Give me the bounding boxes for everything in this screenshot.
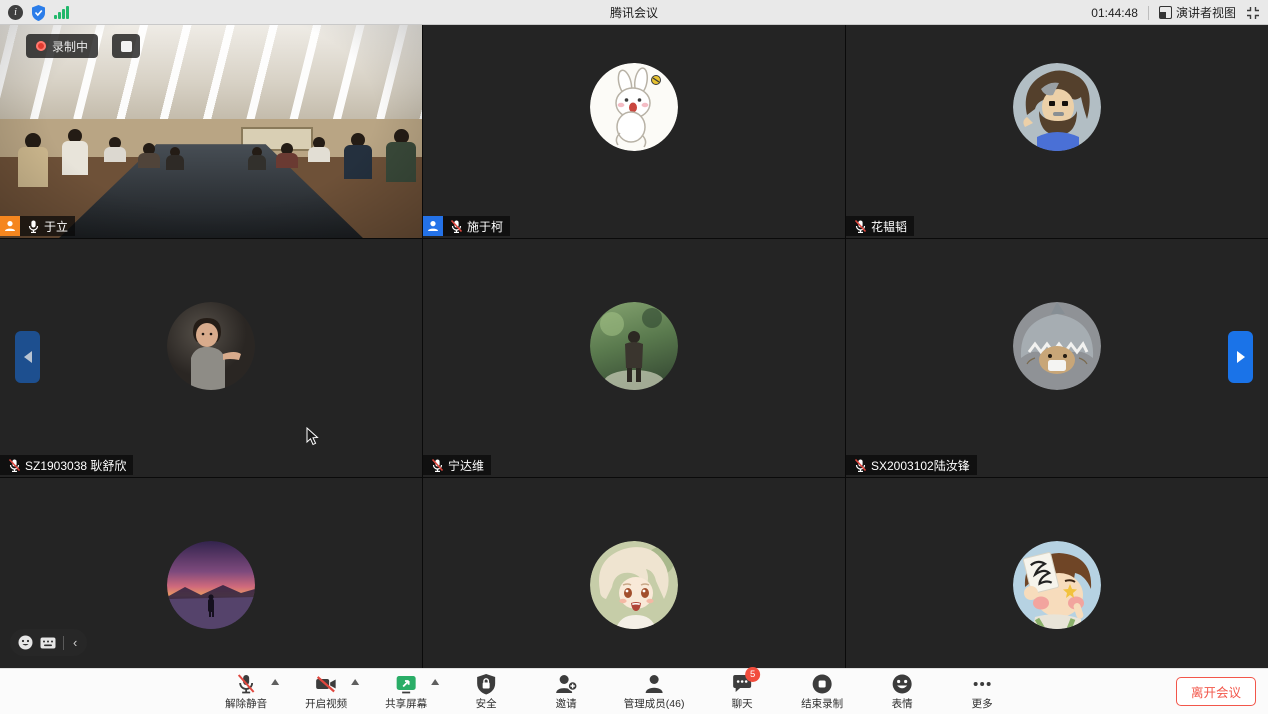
speaker-view-button[interactable]: 演讲者视图: [1159, 4, 1236, 21]
share-screen-label: 共享屏幕: [385, 696, 427, 711]
emoji-icon[interactable]: [18, 635, 33, 650]
video-tile-lurufeng[interactable]: SX2003102陆汝锋: [846, 239, 1268, 477]
stop-record-label: 结束录制: [801, 696, 843, 711]
leave-meeting-button[interactable]: 离开会议: [1176, 677, 1256, 706]
next-page-arrow[interactable]: [1228, 331, 1253, 383]
participant-label: 宁达维: [423, 455, 491, 475]
manage-members-button[interactable]: 管理成员(46): [617, 669, 691, 714]
participant-name: 于立: [44, 218, 68, 235]
camera-off-icon: [314, 673, 338, 695]
mic-muted-icon: [853, 219, 868, 234]
emoji-face-icon: [891, 673, 913, 695]
mic-options-caret[interactable]: [271, 679, 279, 685]
avatar-chibi-with-paper: [1013, 541, 1101, 629]
unmute-button[interactable]: 解除静音: [217, 669, 275, 714]
reactions-label: 表情: [892, 696, 913, 711]
mouse-cursor: [306, 427, 319, 446]
recording-label: 录制中: [52, 38, 88, 55]
meeting-timer: 01:44:48: [1091, 6, 1138, 20]
mic-muted-icon: [449, 219, 464, 234]
security-shield-icon: [476, 673, 496, 695]
invite-label: 邀请: [556, 696, 577, 711]
participant-label: 花韫韬: [846, 216, 914, 236]
stop-square-icon: [121, 41, 132, 52]
layout-icon: [1159, 6, 1172, 19]
participant-name: 施于柯: [467, 218, 503, 235]
invite-button[interactable]: 邀请: [537, 669, 595, 714]
right-arrow-icon: [1237, 351, 1245, 363]
reactions-button[interactable]: 表情: [873, 669, 931, 714]
more-button[interactable]: 更多: [953, 669, 1011, 714]
start-video-label: 开启视频: [305, 696, 347, 711]
avatar-child-photo: [167, 302, 255, 390]
participant-name: SX2003102陆汝锋: [871, 457, 970, 474]
security-button[interactable]: 安全: [457, 669, 515, 714]
participant-label: 于立: [0, 216, 75, 236]
avatar-anime-girl: [590, 541, 678, 629]
video-tile-8[interactable]: [423, 478, 845, 668]
quick-reaction-bar: ‹: [10, 629, 87, 656]
divider: [63, 636, 64, 650]
video-tile-shiyuke[interactable]: 施于柯: [423, 25, 845, 238]
participant-name: 宁达维: [448, 457, 484, 474]
security-label: 安全: [476, 696, 497, 711]
participant-label: 施于柯: [423, 216, 510, 236]
avatar-white-bunny: [590, 63, 678, 151]
window-title: 腾讯会议: [0, 4, 1268, 21]
speaker-view-label: 演讲者视图: [1176, 4, 1236, 21]
mic-muted-icon: [430, 458, 445, 473]
mic-on-icon: [26, 219, 41, 234]
avatar-bearded-man: [1013, 63, 1101, 151]
title-bar: i 腾讯会议 01:44:48 演讲者视图: [0, 0, 1268, 25]
video-tile-yuli[interactable]: 录制中 于立: [0, 25, 422, 238]
exit-fullscreen-icon[interactable]: [1246, 6, 1260, 20]
video-grid: 录制中 于立: [0, 25, 1268, 668]
collapse-chevron-icon[interactable]: ‹: [71, 636, 79, 649]
stop-record-icon: [811, 673, 833, 695]
meeting-window: i 腾讯会议 01:44:48 演讲者视图: [0, 0, 1268, 714]
caption-keyboard-icon[interactable]: [40, 637, 56, 649]
video-tile-huayuntao[interactable]: 花韫韬: [846, 25, 1268, 238]
record-dot-icon: [36, 41, 46, 51]
prev-page-arrow[interactable]: [15, 331, 40, 383]
left-arrow-icon: [24, 351, 32, 363]
avatar-outdoor-park: [590, 302, 678, 390]
share-screen-button[interactable]: 共享屏幕: [377, 669, 435, 714]
chat-button[interactable]: 5 聊天: [713, 669, 771, 714]
chat-bubble-icon: 5: [731, 673, 753, 695]
more-dots-icon: [971, 673, 993, 695]
video-tile-ningdawei[interactable]: 宁达维: [423, 239, 845, 477]
participant-name: 花韫韬: [871, 218, 907, 235]
stop-record-button[interactable]: 结束录制: [793, 669, 851, 714]
start-video-button[interactable]: 开启视频: [297, 669, 355, 714]
avatar-cat-shark-hat: [1013, 302, 1101, 390]
participant-label: SZ1903038 耿舒欣: [0, 455, 133, 475]
chat-label: 聊天: [732, 696, 753, 711]
host-badge-icon: [0, 216, 20, 236]
more-label: 更多: [972, 696, 993, 711]
bottom-toolbar: 解除静音 开启视频 共享屏幕 安全: [0, 668, 1268, 714]
members-icon: [643, 673, 665, 695]
divider: [1148, 6, 1149, 20]
share-screen-icon: [394, 673, 418, 695]
cohost-badge-icon: [423, 216, 443, 236]
video-options-caret[interactable]: [351, 679, 359, 685]
participant-label: SX2003102陆汝锋: [846, 455, 977, 475]
invite-person-icon: [554, 673, 578, 695]
mic-muted-icon: [7, 458, 22, 473]
stop-recording-button[interactable]: [112, 34, 140, 58]
chat-unread-badge: 5: [745, 667, 760, 682]
video-tile-9[interactable]: [846, 478, 1268, 668]
mic-muted-icon: [235, 673, 257, 695]
participant-name: SZ1903038 耿舒欣: [25, 457, 126, 474]
unmute-label: 解除静音: [225, 696, 267, 711]
recording-indicator: 录制中: [26, 34, 98, 58]
manage-members-label: 管理成员(46): [624, 696, 685, 711]
mic-muted-icon: [853, 458, 868, 473]
share-options-caret[interactable]: [431, 679, 439, 685]
video-tile-gengshuxin[interactable]: SZ1903038 耿舒欣: [0, 239, 422, 477]
avatar-purple-sunset: [167, 541, 255, 629]
